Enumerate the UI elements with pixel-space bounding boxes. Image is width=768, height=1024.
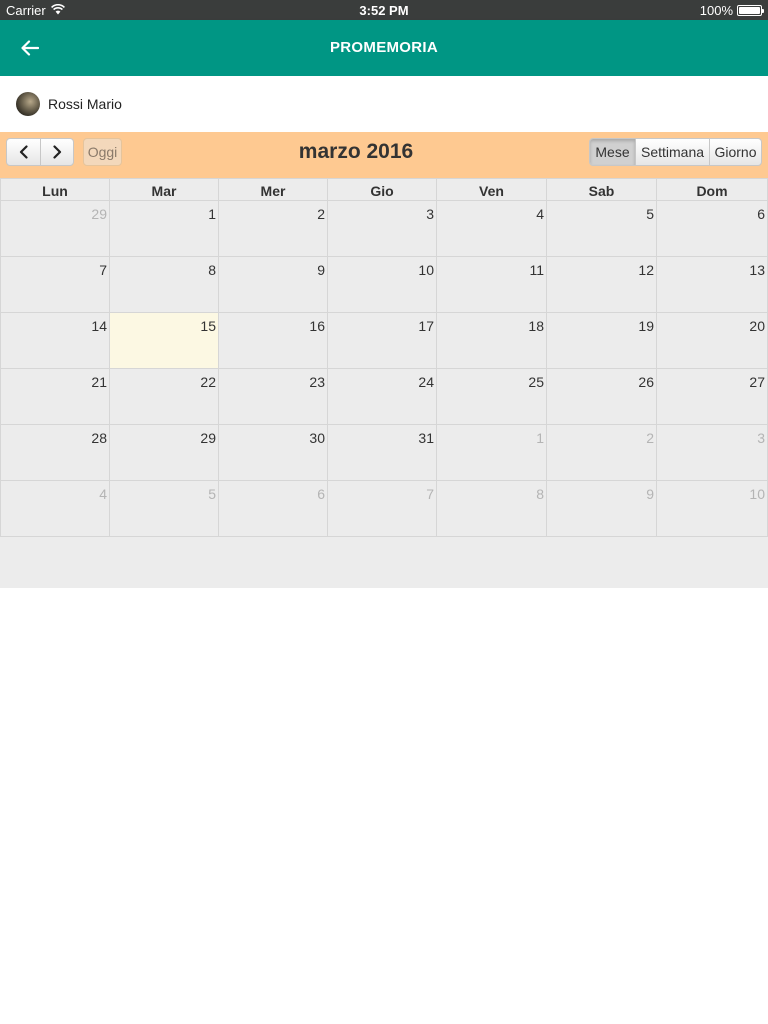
calendar-area: Lun Mar Mer Gio Ven Sab Dom 29 1 2 3 4 5 6 7 8 9 1… xyxy=(0,178,768,588)
calendar-day-today[interactable]: 15 xyxy=(110,313,219,369)
view-switcher: Mese Settimana Giorno xyxy=(589,138,762,166)
calendar-day-cell[interactable]: 1 xyxy=(437,425,547,481)
clock-label: 3:52 PM xyxy=(359,3,409,18)
calendar-day-cell[interactable]: 2 xyxy=(219,201,328,257)
battery-percent: 100% xyxy=(699,3,733,18)
calendar-week-row: 7 8 9 10 11 12 13 xyxy=(0,257,768,313)
weeks-container: 29 1 2 3 4 5 6 7 8 9 10 11 12 13 14 15 16 17 18 19 20 21 22 23 2… xyxy=(0,201,768,537)
calendar-day-cell[interactable]: 22 xyxy=(110,369,219,425)
chevron-right-icon xyxy=(53,145,62,159)
page-title: PROMEMORIA xyxy=(330,39,438,56)
calendar-day-cell[interactable]: 7 xyxy=(0,257,110,313)
calendar-day-cell[interactable]: 4 xyxy=(437,201,547,257)
calendar-day-cell[interactable]: 27 xyxy=(657,369,768,425)
weekday-label: Dom xyxy=(657,178,768,201)
calendar-day-cell[interactable]: 14 xyxy=(0,313,110,369)
calendar-day-cell[interactable]: 2 xyxy=(547,425,657,481)
calendar-day-cell[interactable]: 5 xyxy=(110,481,219,537)
calendar-day-cell[interactable]: 19 xyxy=(547,313,657,369)
weekday-label: Mer xyxy=(219,178,328,201)
weekday-label: Sab xyxy=(547,178,657,201)
today-button[interactable]: Oggi xyxy=(83,138,122,166)
weekday-label: Gio xyxy=(328,178,437,201)
calendar-day-cell[interactable]: 12 xyxy=(547,257,657,313)
calendar-day-cell[interactable]: 16 xyxy=(219,313,328,369)
view-week-button[interactable]: Settimana xyxy=(635,139,709,165)
calendar-day-cell[interactable]: 20 xyxy=(657,313,768,369)
calendar-day-cell[interactable]: 31 xyxy=(328,425,437,481)
calendar-day-cell[interactable]: 30 xyxy=(219,425,328,481)
app-bar: PROMEMORIA xyxy=(0,20,768,76)
calendar-day-cell[interactable]: 21 xyxy=(0,369,110,425)
nav-button-group xyxy=(6,138,74,166)
calendar-grid: Lun Mar Mer Gio Ven Sab Dom 29 1 2 3 4 5 6 7 8 9 1… xyxy=(0,178,768,537)
battery-icon xyxy=(737,5,764,16)
calendar-day-cell[interactable]: 29 xyxy=(110,425,219,481)
calendar-week-row: 29 1 2 3 4 5 6 xyxy=(0,201,768,257)
weekday-label: Ven xyxy=(437,178,547,201)
back-button[interactable] xyxy=(14,32,46,64)
calendar-week-row: 4 5 6 7 8 9 10 xyxy=(0,481,768,537)
calendar-day-cell[interactable]: 18 xyxy=(437,313,547,369)
calendar-day-cell[interactable]: 1 xyxy=(110,201,219,257)
avatar xyxy=(16,92,40,116)
calendar-week-row: 21 22 23 24 25 26 27 xyxy=(0,369,768,425)
status-bar: Carrier 3:52 PM 100% xyxy=(0,0,768,20)
view-month-button[interactable]: Mese xyxy=(590,139,635,165)
user-row: Rossi Mario xyxy=(0,76,768,132)
next-month-button[interactable] xyxy=(40,139,73,165)
calendar-day-cell[interactable]: 6 xyxy=(219,481,328,537)
calendar-day-cell[interactable]: 26 xyxy=(547,369,657,425)
calendar-day-cell[interactable]: 8 xyxy=(437,481,547,537)
calendar-day-cell[interactable]: 3 xyxy=(657,425,768,481)
calendar-day-cell[interactable]: 28 xyxy=(0,425,110,481)
user-name: Rossi Mario xyxy=(48,96,122,112)
calendar-day-cell[interactable]: 29 xyxy=(0,201,110,257)
calendar-day-cell[interactable]: 23 xyxy=(219,369,328,425)
calendar-day-cell[interactable]: 3 xyxy=(328,201,437,257)
calendar-day-cell[interactable]: 9 xyxy=(547,481,657,537)
calendar-day-cell[interactable]: 10 xyxy=(328,257,437,313)
weekday-label: Mar xyxy=(110,178,219,201)
chevron-left-icon xyxy=(19,145,28,159)
calendar-week-row: 14 15 16 17 18 19 20 xyxy=(0,313,768,369)
calendar-day-cell[interactable]: 8 xyxy=(110,257,219,313)
weekday-header: Lun Mar Mer Gio Ven Sab Dom xyxy=(0,178,768,201)
calendar-day-cell[interactable]: 10 xyxy=(657,481,768,537)
calendar-day-cell[interactable]: 11 xyxy=(437,257,547,313)
calendar-day-cell[interactable]: 13 xyxy=(657,257,768,313)
calendar-day-cell[interactable]: 17 xyxy=(328,313,437,369)
prev-month-button[interactable] xyxy=(7,139,40,165)
calendar-day-cell[interactable]: 9 xyxy=(219,257,328,313)
calendar-toolbar: Oggi marzo 2016 Mese Settimana Giorno xyxy=(0,132,768,178)
status-right: 100% xyxy=(699,3,764,18)
calendar-day-cell[interactable]: 4 xyxy=(0,481,110,537)
calendar-week-row: 28 29 30 31 1 2 3 xyxy=(0,425,768,481)
calendar-day-cell[interactable]: 6 xyxy=(657,201,768,257)
weekday-label: Lun xyxy=(0,178,110,201)
calendar-day-cell[interactable]: 24 xyxy=(328,369,437,425)
calendar-day-cell[interactable]: 7 xyxy=(328,481,437,537)
calendar-day-cell[interactable]: 25 xyxy=(437,369,547,425)
calendar-day-cell[interactable]: 5 xyxy=(547,201,657,257)
view-day-button[interactable]: Giorno xyxy=(709,139,761,165)
arrow-left-icon xyxy=(21,40,39,56)
